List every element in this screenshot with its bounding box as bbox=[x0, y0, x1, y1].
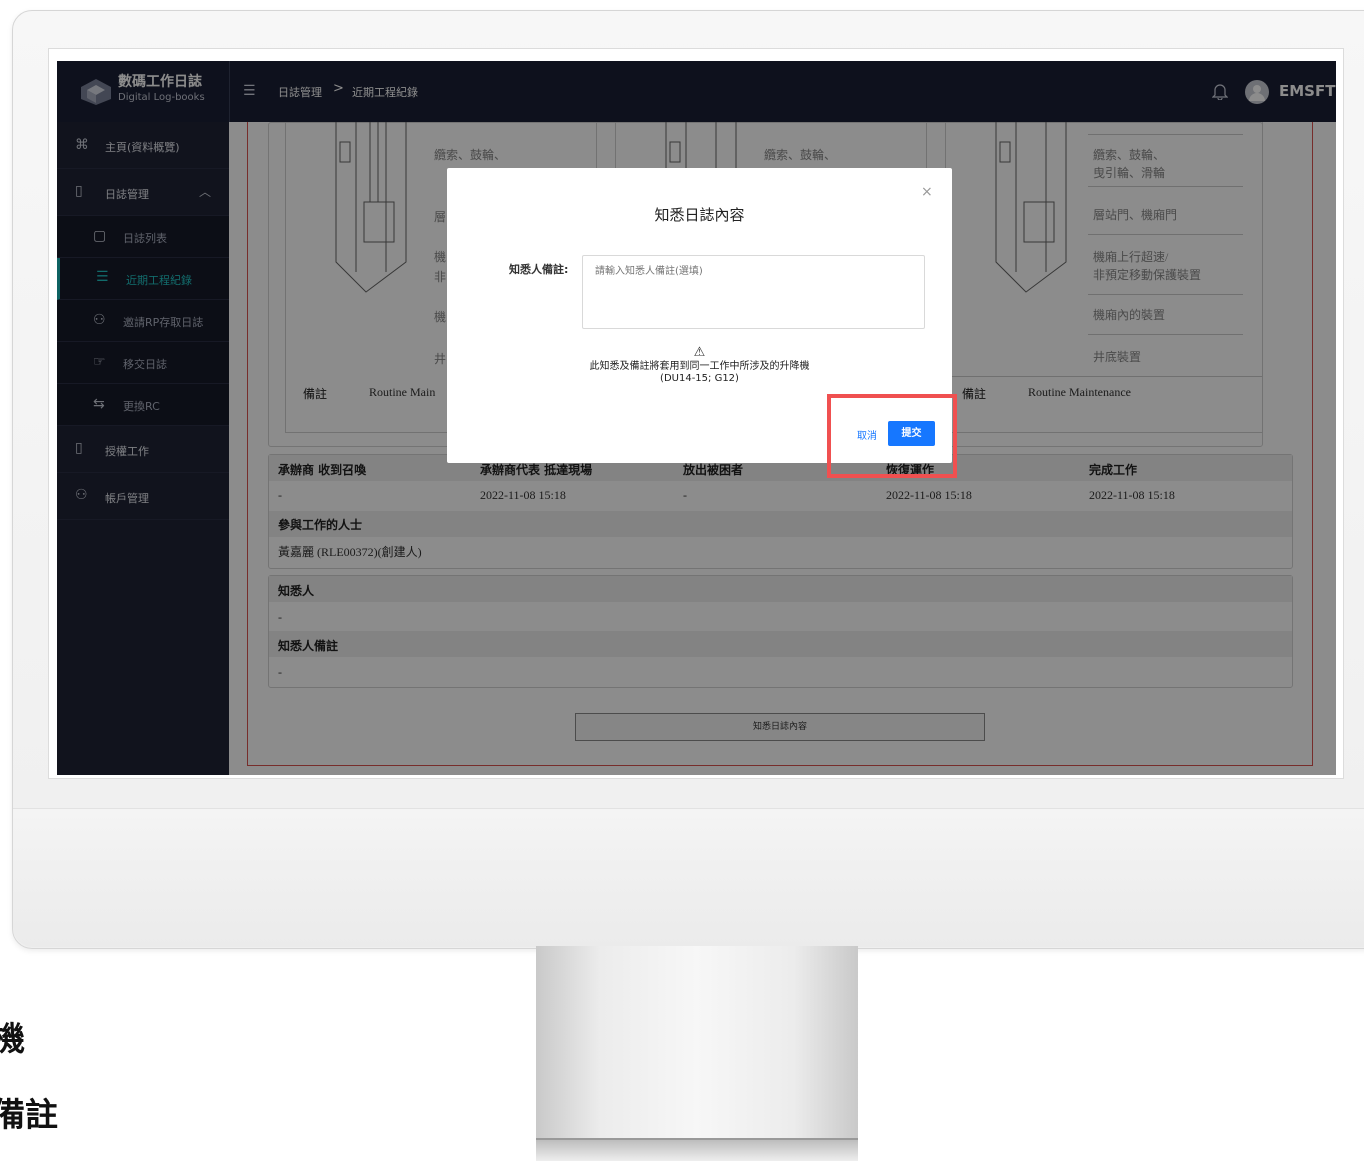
warning-line: (DU14-15; G12) bbox=[660, 373, 739, 384]
monitor-stand bbox=[536, 946, 858, 1159]
cropped-text-remark: 備註 bbox=[0, 1095, 58, 1134]
acknowledger-note-field[interactable] bbox=[582, 255, 925, 329]
highlight-box bbox=[827, 394, 957, 478]
cropped-text-machine: 機 bbox=[0, 1019, 25, 1058]
monitor-chin bbox=[13, 808, 1364, 947]
note-label: 知悉人備註: bbox=[509, 263, 569, 276]
modal-title: 知悉日誌內容 bbox=[654, 206, 745, 224]
app-window: 纜索、鼓輪、 層 機 非 機 井 備註 Routine Main 纜索、鼓輪、 bbox=[57, 61, 1336, 775]
monitor-stand-base bbox=[536, 1138, 858, 1161]
close-icon[interactable]: × bbox=[921, 184, 933, 200]
warning-icon: ⚠ bbox=[693, 345, 706, 360]
warning-message: 此知悉及備註將套用到同一工作中所涉及的升降機 (DU14-15; G12) bbox=[447, 361, 952, 385]
warning-line: 此知悉及備註將套用到同一工作中所涉及的升降機 bbox=[589, 361, 810, 372]
